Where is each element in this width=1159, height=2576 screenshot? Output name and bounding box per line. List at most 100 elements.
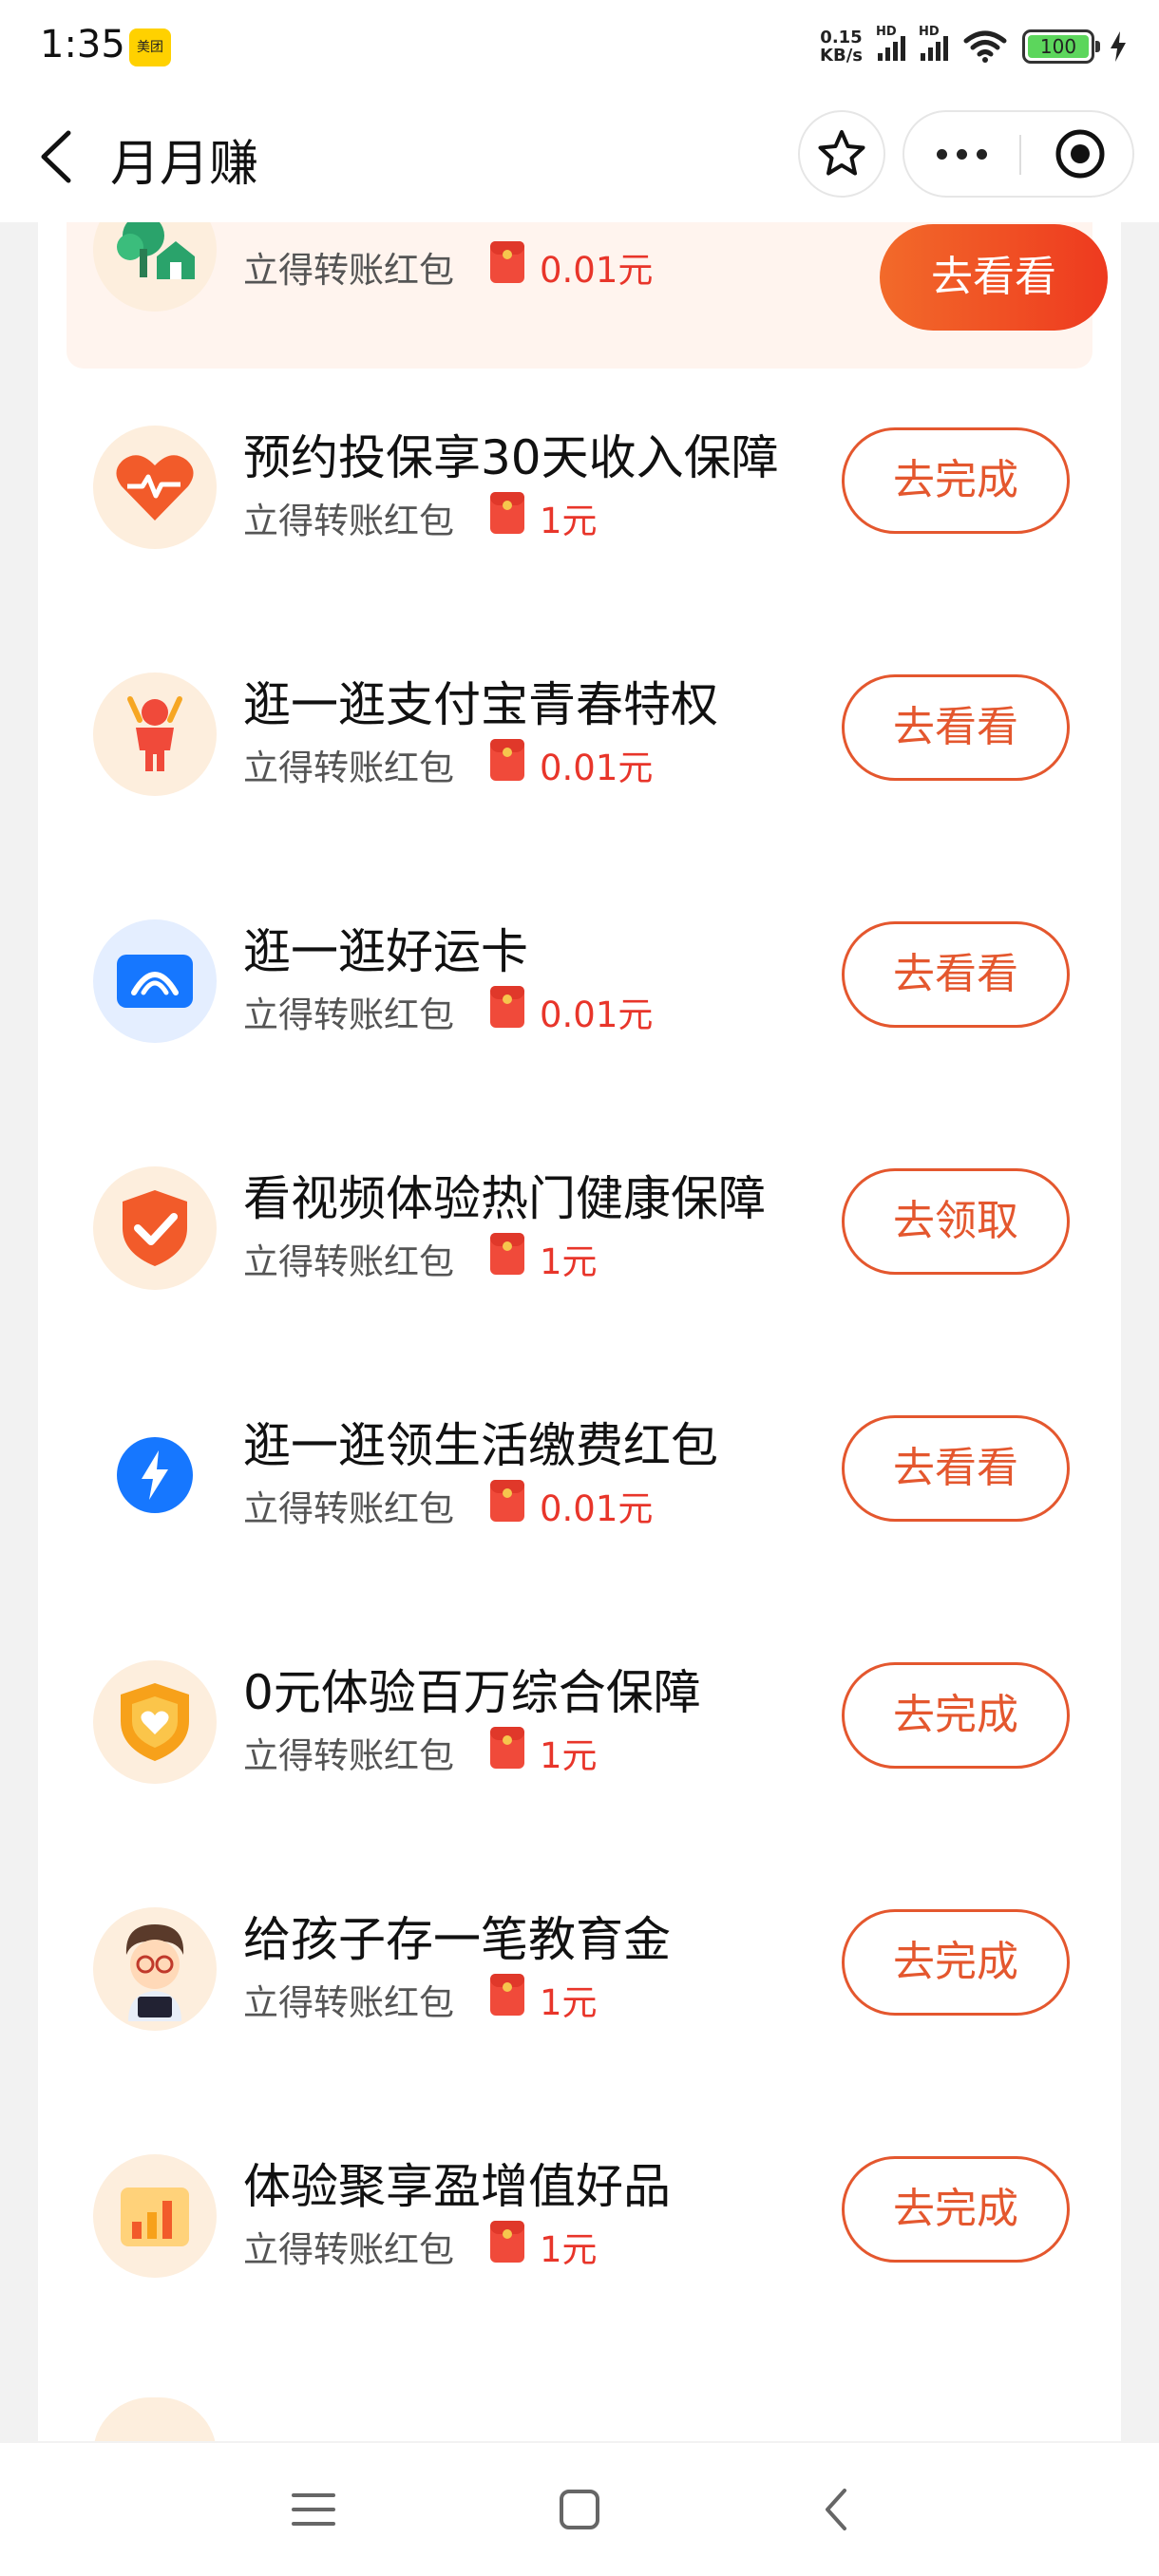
battery-level: 100 bbox=[1028, 35, 1089, 58]
signal-icon-2: HD bbox=[919, 25, 948, 61]
task-subtitle: 立得转账红包 bbox=[243, 1735, 454, 1776]
task-row: 预约投保享30天收入保障 立得转账红包 1元 去完成 bbox=[38, 378, 1121, 625]
task-action-button[interactable]: 去完成 bbox=[842, 2156, 1070, 2263]
hd-label: HD bbox=[876, 25, 897, 39]
nav-bar: 月月赚 bbox=[0, 95, 1159, 222]
gold-shield-heart-icon bbox=[93, 1660, 217, 1784]
task-reward: 0.01元 bbox=[540, 994, 654, 1035]
task-row: 逛一逛好运卡 立得转账红包 0.01元 去看看 bbox=[38, 872, 1121, 1119]
task-subtitle: 立得转账红包 bbox=[243, 1982, 454, 2023]
task-action-button[interactable]: 去看看 bbox=[842, 674, 1070, 781]
task-action-button[interactable]: 去完成 bbox=[842, 1909, 1070, 2016]
task-reward: 0.01元 bbox=[540, 748, 654, 788]
red-envelope-icon bbox=[490, 1233, 524, 1275]
recent-apps-button[interactable] bbox=[276, 2472, 352, 2548]
home-button[interactable] bbox=[542, 2472, 618, 2548]
lucky-card-icon bbox=[93, 919, 217, 1043]
task-title: 预约投保享30天收入保障 bbox=[243, 430, 779, 485]
task-row-partial bbox=[38, 2354, 1121, 2441]
star-icon bbox=[818, 130, 865, 176]
task-reward: 1元 bbox=[540, 501, 598, 541]
task-action-button[interactable]: 去看看 bbox=[842, 921, 1070, 1028]
task-list: 逛一逛芭芭农场 立得转账红包 0.01元 去看看 预约投保享30天收入保障 立得… bbox=[38, 222, 1121, 2441]
task-action-button[interactable]: 去看看 bbox=[842, 1415, 1070, 1522]
farm-house-icon bbox=[93, 222, 217, 312]
task-reward: 1元 bbox=[540, 1241, 598, 1282]
back-button[interactable] bbox=[34, 123, 82, 190]
task-title: 体验聚享盈增值好品 bbox=[243, 2159, 671, 2214]
signal-icon: HD bbox=[876, 25, 905, 61]
menu-lines-icon bbox=[292, 2493, 335, 2526]
menu-capsule bbox=[902, 110, 1134, 198]
task-row: 逛一逛领生活缴费红包 立得转账红包 0.01元 去看看 bbox=[38, 1366, 1121, 1613]
task-title: 给孩子存一笔教育金 bbox=[243, 1912, 671, 1967]
square-icon bbox=[560, 2490, 599, 2529]
task-subtitle: 立得转账红包 bbox=[243, 1241, 454, 1282]
lightning-drop-icon bbox=[93, 1413, 217, 1537]
network-speed-value: 0.15 bbox=[820, 28, 863, 47]
task-reward: 0.01元 bbox=[540, 250, 654, 291]
red-envelope-icon bbox=[490, 1974, 524, 2016]
partial-task-icon bbox=[93, 2397, 217, 2441]
red-envelope-icon bbox=[490, 492, 524, 534]
task-row: 0元体验百万综合保障 立得转账红包 1元 去完成 bbox=[38, 1613, 1121, 1860]
task-row-highlighted: 逛一逛芭芭农场 立得转账红包 0.01元 去看看 bbox=[66, 222, 1108, 369]
red-envelope-icon bbox=[490, 739, 524, 781]
task-row: 体验聚享盈增值好品 立得转账红包 1元 去完成 bbox=[38, 2107, 1121, 2354]
task-title: 逛一逛支付宝青春特权 bbox=[243, 677, 718, 732]
task-subtitle: 立得转账红包 bbox=[243, 1488, 454, 1529]
status-time: 1:35 bbox=[40, 23, 125, 66]
wifi-icon bbox=[963, 30, 1007, 63]
task-reward: 1元 bbox=[540, 1982, 598, 2023]
more-dot-icon bbox=[936, 148, 947, 160]
task-action-button[interactable]: 去看看 bbox=[880, 224, 1108, 331]
task-subtitle: 立得转账红包 bbox=[243, 748, 454, 788]
network-speed: 0.15 KB/s bbox=[820, 28, 863, 65]
task-title: 0元体验百万综合保障 bbox=[243, 1665, 701, 1720]
child-avatar-icon bbox=[93, 1907, 217, 2031]
youth-figure-icon bbox=[93, 672, 217, 796]
task-reward: 1元 bbox=[540, 2229, 598, 2270]
network-speed-unit: KB/s bbox=[820, 46, 863, 66]
task-subtitle: 立得转账红包 bbox=[243, 2229, 454, 2270]
task-action-button[interactable]: 去领取 bbox=[842, 1168, 1070, 1275]
red-envelope-icon bbox=[490, 1727, 524, 1769]
task-reward: 0.01元 bbox=[540, 1488, 654, 1529]
task-reward: 1元 bbox=[540, 1735, 598, 1776]
target-circle-icon bbox=[1055, 129, 1105, 179]
task-subtitle: 立得转账红包 bbox=[243, 250, 454, 291]
favorite-button[interactable] bbox=[798, 110, 885, 198]
task-title: 逛一逛领生活缴费红包 bbox=[243, 1418, 718, 1473]
task-title: 逛一逛好运卡 bbox=[243, 924, 528, 979]
red-envelope-icon bbox=[490, 241, 524, 283]
heart-pulse-icon bbox=[93, 426, 217, 549]
battery-icon: 100 bbox=[1022, 29, 1100, 64]
meituan-badge-icon: 美团 bbox=[129, 28, 171, 66]
hd-label-2: HD bbox=[919, 25, 940, 39]
task-title: 逛一逛芭芭农场 bbox=[243, 222, 576, 232]
bar-chart-card-icon bbox=[93, 2154, 217, 2278]
red-envelope-icon bbox=[490, 986, 524, 1028]
task-subtitle: 立得转账红包 bbox=[243, 501, 454, 541]
status-icons: 0.15 KB/s HD HD 100 bbox=[820, 23, 1127, 70]
system-back-button[interactable] bbox=[798, 2472, 874, 2548]
page-title: 月月赚 bbox=[110, 136, 259, 193]
status-bar: 1:35 美团 0.15 KB/s HD HD 100 bbox=[0, 0, 1159, 95]
task-row: 逛一逛支付宝青春特权 立得转账红包 0.01元 去看看 bbox=[38, 625, 1121, 872]
page: 1:35 美团 0.15 KB/s HD HD 100 月月赚 立得转账红包 0… bbox=[0, 0, 1159, 2576]
task-action-button[interactable]: 去完成 bbox=[842, 1662, 1070, 1769]
system-nav-bar bbox=[0, 2443, 1159, 2576]
more-dot-icon bbox=[956, 148, 967, 160]
task-row: 给孩子存一笔教育金 立得转账红包 1元 去完成 bbox=[38, 1860, 1121, 2107]
red-envelope-icon bbox=[490, 2221, 524, 2263]
close-miniapp-button[interactable] bbox=[1026, 112, 1134, 196]
more-button[interactable] bbox=[904, 112, 1018, 196]
capsule-divider bbox=[1019, 135, 1021, 175]
back-arrow-icon bbox=[41, 130, 71, 183]
red-envelope-icon bbox=[490, 1480, 524, 1522]
shield-check-icon bbox=[93, 1166, 217, 1290]
more-dot-icon bbox=[976, 148, 987, 160]
task-row: 看视频体验热门健康保障 立得转账红包 1元 去领取 bbox=[38, 1119, 1121, 1366]
task-title: 看视频体验热门健康保障 bbox=[243, 1171, 766, 1226]
task-action-button[interactable]: 去完成 bbox=[842, 427, 1070, 534]
